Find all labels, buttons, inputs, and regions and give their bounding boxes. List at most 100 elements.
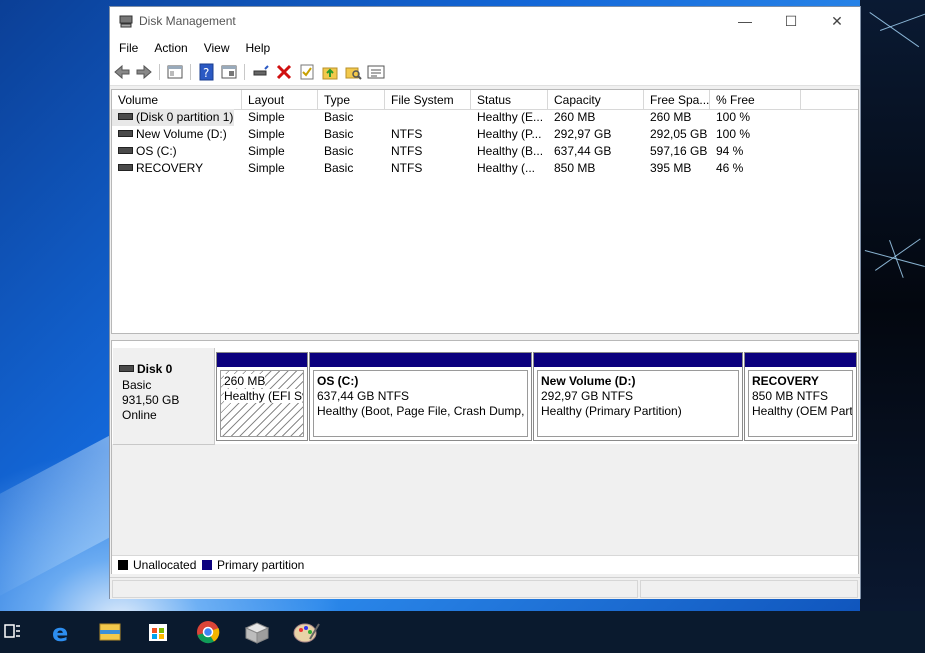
fs-cell [385, 109, 471, 126]
type-cell: Basic [324, 110, 354, 124]
menu-help[interactable]: Help [238, 37, 279, 59]
wallpaper-crack-area [860, 0, 925, 611]
connect-icon[interactable] [252, 63, 270, 81]
partition-size: 260 MB [224, 374, 266, 388]
column-status[interactable]: Status [471, 90, 548, 109]
column-free-space[interactable]: Free Spa... [644, 90, 710, 109]
chrome-icon[interactable] [184, 611, 232, 653]
paint-icon[interactable] [282, 611, 330, 653]
partition-status: Healthy (OEM Part [752, 404, 853, 418]
partition-status: Healthy (Primary Partition) [541, 404, 682, 418]
forward-icon[interactable] [135, 63, 153, 81]
file-explorer-icon[interactable] [86, 611, 134, 653]
column-percent-free[interactable]: % Free [710, 90, 801, 109]
volume-icon [118, 147, 133, 155]
layout-cell: Simple [248, 161, 285, 175]
disk-graphical-view: Disk 0 Basic 931,50 GB Online 260 MB Hea… [111, 340, 859, 574]
partition-size: 850 MB NTFS [752, 389, 829, 403]
search-folder-icon[interactable] [344, 63, 362, 81]
table-row[interactable]: New Volume (D:) Simple Basic NTFS Health… [112, 126, 858, 143]
edge-icon[interactable]: e [38, 611, 86, 653]
table-row[interactable]: RECOVERY Simple Basic NTFS Healthy (... … [112, 160, 858, 177]
store-icon[interactable] [134, 611, 182, 653]
column-type[interactable]: Type [318, 90, 385, 109]
partition-recovery[interactable]: RECOVERY 850 MB NTFS Healthy (OEM Part [744, 352, 857, 441]
back-icon[interactable] [113, 63, 131, 81]
layout-cell: Simple [248, 127, 285, 141]
legend-primary: Primary partition [217, 558, 305, 572]
partition-name: New Volume (D:) [541, 374, 636, 388]
check-icon[interactable] [298, 63, 316, 81]
free-cell: 260 MB [650, 110, 692, 124]
column-capacity[interactable]: Capacity [548, 90, 644, 109]
taskbar: e [0, 611, 925, 653]
disk-name: Disk 0 [137, 362, 173, 376]
maximize-button[interactable]: ☐ [768, 7, 814, 37]
minimize-button[interactable]: — [722, 7, 768, 37]
free-cell: 395 MB [650, 161, 692, 175]
capacity-cell: 292,97 GB [554, 127, 612, 141]
properties-icon[interactable] [220, 63, 238, 81]
partition-status: Healthy (EFI Sy [224, 389, 303, 403]
console-tree-icon[interactable] [166, 63, 184, 81]
disk-management-window: Disk Management — ☐ ✕ File Action View Help… [109, 6, 861, 599]
volume-name: (Disk 0 partition 1) [136, 110, 234, 124]
menu-file[interactable]: File [110, 37, 146, 59]
folder-up-icon[interactable] [321, 63, 339, 81]
svg-text:e: e [52, 619, 68, 647]
column-file-system[interactable]: File System [385, 90, 471, 109]
legend: Unallocated Primary partition [112, 555, 858, 574]
delete-icon[interactable] [275, 63, 293, 81]
capacity-cell: 637,44 GB [554, 144, 612, 158]
partition-size: 637,44 GB NTFS [317, 389, 410, 403]
type-cell: Basic [324, 161, 354, 175]
volume-list: Volume Layout Type File System Status Ca… [111, 89, 859, 334]
status-pane-1 [112, 580, 638, 598]
table-row[interactable]: (Disk 0 partition 1) Simple Basic Health… [112, 109, 858, 126]
column-layout[interactable]: Layout [242, 90, 318, 109]
percent-free-cell: 94 % [716, 144, 744, 158]
disk-management-app-icon [119, 15, 133, 28]
menu-view[interactable]: View [196, 37, 238, 59]
volume-icon [118, 164, 133, 172]
partition-efi[interactable]: 260 MB Healthy (EFI Sy [216, 352, 308, 441]
volume-icon [118, 113, 133, 121]
fs-cell: NTFS [391, 161, 423, 175]
close-button[interactable]: ✕ [814, 7, 860, 37]
disk-state: Online [122, 408, 157, 422]
disk-icon [119, 365, 134, 373]
percent-free-cell: 100 % [716, 110, 751, 124]
volume-name: RECOVERY [136, 161, 204, 175]
title-bar[interactable]: Disk Management — ☐ ✕ [110, 7, 860, 37]
menu-bar: File Action View Help [110, 37, 860, 59]
volume-name: OS (C:) [136, 144, 177, 158]
partition-new-volume-d[interactable]: New Volume (D:) 292,97 GB NTFS Healthy (… [533, 352, 743, 441]
free-cell: 292,05 GB [650, 127, 708, 141]
percent-free-cell: 100 % [716, 127, 751, 141]
status-pane-2 [640, 580, 858, 598]
legend-unallocated: Unallocated [133, 558, 197, 572]
toolbar: ? [110, 59, 860, 86]
status-bar [110, 577, 860, 599]
fs-cell: NTFS [391, 144, 423, 158]
disk-0-info[interactable]: Disk 0 Basic 931,50 GB Online [113, 348, 215, 445]
status-cell: Healthy (B... [477, 144, 544, 158]
list-icon[interactable] [367, 63, 385, 81]
column-volume[interactable]: Volume [112, 90, 242, 109]
app-box-icon[interactable] [232, 611, 280, 653]
menu-action[interactable]: Action [146, 37, 195, 59]
fs-cell: NTFS [391, 127, 423, 141]
partition-size: 292,97 GB NTFS [541, 389, 634, 403]
free-cell: 597,16 GB [650, 144, 708, 158]
percent-free-cell: 46 % [716, 161, 744, 175]
disk-type: Basic [122, 378, 152, 392]
layout-cell: Simple [248, 144, 285, 158]
disk-size: 931,50 GB [122, 393, 180, 407]
capacity-cell: 260 MB [554, 110, 596, 124]
partition-os-c[interactable]: OS (C:) 637,44 GB NTFS Healthy (Boot, Pa… [309, 352, 532, 441]
layout-cell: Simple [248, 110, 285, 124]
help-icon[interactable]: ? [198, 63, 216, 81]
volume-icon [118, 130, 133, 138]
table-row[interactable]: OS (C:) Simple Basic NTFS Healthy (B... … [112, 143, 858, 160]
unallocated-swatch [118, 560, 128, 570]
